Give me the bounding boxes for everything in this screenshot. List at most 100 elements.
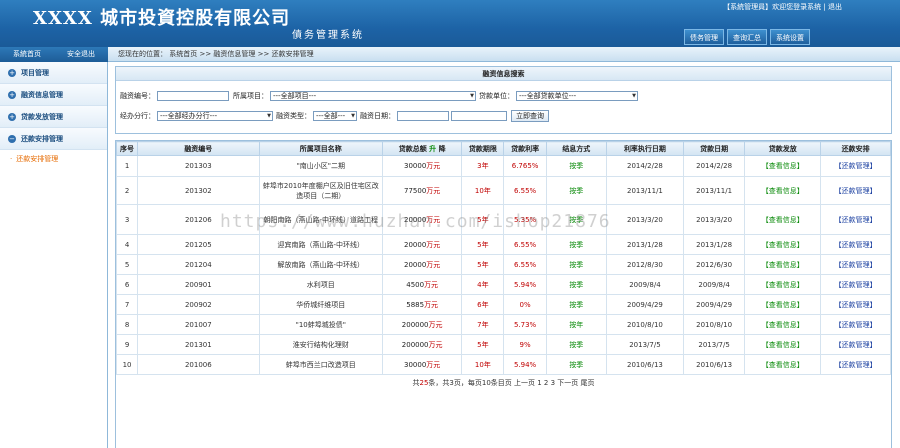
cell-rate-date: 2010/6/13 (605, 354, 684, 375)
cell-project: 蚌埠市西兰口改造项目 (258, 354, 384, 375)
view-info-link[interactable]: 【查看信息】 (762, 162, 804, 170)
watermark: https://www.huzhan.com/ishop21876 (220, 211, 611, 232)
safe-exit-button[interactable]: 安全退出 (54, 47, 108, 62)
sidebar-item-loan-release[interactable]: + 贷款发放管理 (0, 106, 107, 128)
project-select[interactable]: ---全部项目--- (270, 91, 476, 101)
repay-manage-link[interactable]: 【还款管理】 (835, 241, 877, 249)
cell-loan-date: 2014/2/28 (682, 155, 746, 177)
table-row: 1 201303 "南山小区"二期 30000万元 3年 6.765% 按季 2014/2/2… (115, 155, 891, 177)
table-row: 9 201301 淮安行结构化理财 200000万元 5年 9% 按季 2013/7/5 201… (115, 334, 891, 355)
cell-rate-date: 2013/3/20 (605, 204, 684, 235)
home-button[interactable]: 系統首页 (0, 47, 54, 62)
sort-desc-link[interactable]: 降 (439, 145, 446, 153)
tab-debt-management[interactable]: 债务管理 (684, 29, 724, 45)
cell-no: 9 (115, 334, 139, 355)
user-greeting: 【系統管理員】欢迎您登录系统 (723, 3, 822, 11)
cell-code: 201303 (137, 155, 260, 177)
sort-asc-link[interactable]: 升 (429, 145, 436, 153)
breadcrumb: 您现在的位置： 系统首页 >> 融资信息管理 >> 还款安排管理 (118, 50, 314, 58)
date-start-input[interactable] (397, 111, 449, 121)
repay-manage-link[interactable]: 【还款管理】 (835, 162, 877, 170)
cell-method: 按季 (545, 334, 607, 355)
repay-manage-link[interactable]: 【还款管理】 (835, 216, 877, 224)
view-info-link[interactable]: 【查看信息】 (762, 241, 804, 249)
cell-loan-date: 2012/6/30 (682, 254, 746, 275)
table-row: 4 201205 迎宾南路（燕山路-中环线） 20000万元 5年 6.55% 按季 2013… (115, 234, 891, 255)
cell-no: 10 (115, 354, 139, 375)
cell-code: 200902 (137, 294, 260, 315)
repay-manage-link[interactable]: 【还款管理】 (835, 361, 877, 369)
repay-manage-link[interactable]: 【还款管理】 (835, 301, 877, 309)
code-input[interactable] (157, 91, 229, 101)
cell-project: "10蚌埠城投债" (258, 314, 384, 335)
view-info-link[interactable]: 【查看信息】 (762, 261, 804, 269)
cell-project: 水利项目 (258, 274, 384, 295)
type-label: 融资类型： (276, 112, 311, 120)
sidebar-item-repayment[interactable]: − 还款安排管理 (0, 128, 107, 150)
cell-project: 迎宾南路（燕山路-中环线） (258, 234, 384, 255)
plus-circle-icon: + (8, 112, 16, 121)
amount-value: 5885 (406, 300, 425, 309)
search-button[interactable]: 立即查询 (511, 110, 549, 122)
view-info-link[interactable]: 【查看信息】 (762, 281, 804, 289)
cell-project: 淮安行结构化理财 (258, 334, 384, 355)
cell-project: 解放南路（燕山路-中环线） (258, 254, 384, 275)
date-label: 融资日期： (360, 112, 395, 120)
table-row: 10 201006 蚌埠市西兰口改造项目 30000万元 10年 5.94% 按季 2010/… (115, 354, 891, 375)
sidebar-item-label: 还款安排管理 (21, 134, 63, 143)
cell-rate: 6.765% (503, 155, 547, 177)
sidebar-subitem-repayment[interactable]: · 还款安排管理 (0, 150, 107, 168)
cell-release: 【查看信息】 (744, 155, 822, 177)
cell-term: 7年 (461, 314, 505, 335)
amount-unit: 万元 (426, 162, 441, 170)
repay-manage-link[interactable]: 【还款管理】 (835, 261, 877, 269)
minus-circle-icon: − (8, 134, 16, 143)
app-header: XXXX 城市投資控股有限公司 債务管理系统 【系統管理員】欢迎您登录系统 | … (0, 0, 900, 47)
cell-project: 蚌埠市2010年度棚户区及旧住宅区改造项目（二期） (258, 176, 384, 205)
view-info-link[interactable]: 【查看信息】 (762, 341, 804, 349)
code-label: 融资编号： (120, 92, 155, 100)
logout-link[interactable]: 退出 (828, 3, 842, 11)
branch-label: 经办分行： (120, 112, 155, 120)
repay-manage-link[interactable]: 【还款管理】 (835, 281, 877, 289)
view-info-link[interactable]: 【查看信息】 (762, 187, 804, 195)
cell-term: 5年 (461, 334, 505, 355)
sidebar-item-project[interactable]: + 项目管理 (0, 62, 107, 84)
pager-text[interactable]: 条，共3页，每页10条目页 上一页 1 2 3 下一页 尾页 (428, 379, 594, 387)
branch-select[interactable]: ---全部经办分行--- (157, 111, 273, 121)
cell-release: 【查看信息】 (744, 294, 822, 315)
lender-select[interactable]: ---全部贷款单位--- (516, 91, 638, 101)
cell-repay: 【还款管理】 (820, 314, 891, 335)
cell-amount: 20000万元 (382, 234, 463, 255)
sidebar: + 项目管理 + 融资信息管理 + 贷款发放管理 − 还款安排管理 · 还款安排… (0, 62, 108, 448)
plus-circle-icon: + (8, 90, 16, 99)
plus-circle-icon: + (8, 68, 16, 77)
cell-code: 201204 (137, 254, 260, 275)
view-info-link[interactable]: 【查看信息】 (762, 361, 804, 369)
sidebar-item-financing[interactable]: + 融资信息管理 (0, 84, 107, 106)
cell-method: 按季 (545, 274, 607, 295)
col-header-repay: 还款安排 (820, 141, 891, 156)
view-info-link[interactable]: 【查看信息】 (762, 216, 804, 224)
amount-value: 200000 (401, 340, 429, 349)
col-header-amount: 贷款总额 升 降 (382, 141, 463, 156)
cell-no: 3 (115, 204, 139, 235)
amount-value: 4500 (406, 280, 425, 289)
tab-query-summary[interactable]: 查询汇总 (727, 29, 767, 45)
repay-manage-link[interactable]: 【还款管理】 (835, 321, 877, 329)
type-select[interactable]: ---全部--- (313, 111, 357, 121)
cell-code: 200901 (137, 274, 260, 295)
repay-manage-link[interactable]: 【还款管理】 (835, 187, 877, 195)
tab-system-settings[interactable]: 系统设置 (770, 29, 810, 45)
cell-term: 4年 (461, 274, 505, 295)
amount-unit: 万元 (424, 300, 439, 309)
view-info-link[interactable]: 【查看信息】 (762, 301, 804, 309)
cell-method: 按年 (545, 314, 607, 335)
cell-method: 按季 (545, 294, 607, 315)
cell-code: 201301 (137, 334, 260, 355)
cell-release: 【查看信息】 (744, 204, 822, 235)
view-info-link[interactable]: 【查看信息】 (762, 321, 804, 329)
date-end-input[interactable] (451, 111, 507, 121)
table-row: 5 201204 解放南路（燕山路-中环线） 20000万元 5年 6.55% 按季 2012… (115, 254, 891, 275)
repay-manage-link[interactable]: 【还款管理】 (835, 341, 877, 349)
